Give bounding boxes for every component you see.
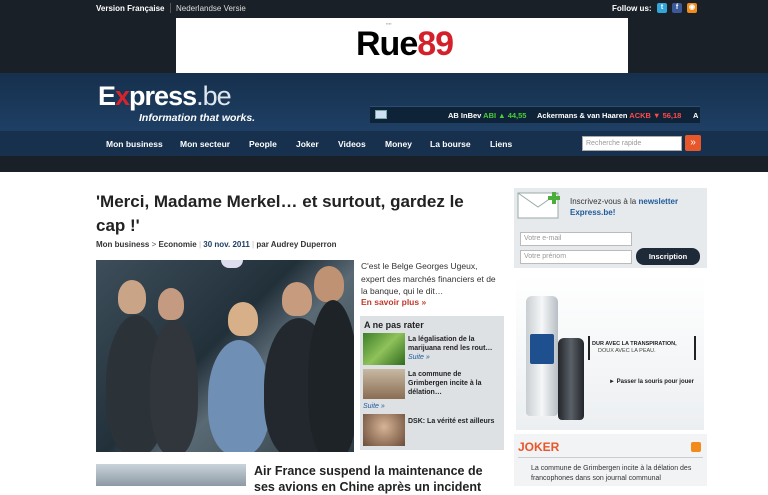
ticker-item-abinbev: AB InBev ABI ▲ 44,55 (448, 111, 527, 120)
nav-item-joker[interactable]: Joker (296, 139, 319, 149)
nav-item-liens[interactable]: Liens (490, 139, 512, 149)
site-header: Express.be Information that works. AB In… (0, 73, 768, 131)
divider (170, 3, 171, 13)
rue89-logo: Rue89 (356, 25, 454, 63)
twitter-icon[interactable]: t (657, 3, 667, 13)
article-title[interactable]: 'Merci, Madame Merkel… et surtout, garde… (96, 190, 496, 238)
npr-item-2-more[interactable]: Suite » (363, 403, 385, 410)
firstname-field[interactable]: Votre prénom (520, 250, 632, 264)
article-author[interactable]: Audrey Duperron (271, 240, 337, 249)
article-meta: Mon business > Economie | 30 nov. 2011 |… (96, 240, 337, 249)
ne-pas-rater-title: A ne pas rater (364, 320, 424, 330)
header-bottom-strip (0, 156, 768, 172)
lang-nl-link[interactable]: Nederlandse Versie (176, 4, 246, 13)
article-intro: C'est le Belge Georges Ugeux, expert des… (361, 261, 496, 296)
ne-pas-rater-box: A ne pas rater La légalisation de la mar… (360, 316, 504, 450)
deodorant-stick (558, 338, 584, 420)
joker-box: JOKER La commune de Grimbergen incite à … (514, 434, 707, 486)
second-article-thumb[interactable] (96, 464, 246, 486)
thumb-marijuana[interactable] (363, 333, 405, 365)
nav-item-la-bourse[interactable]: La bourse (430, 139, 471, 149)
category-link[interactable]: Mon business (96, 240, 149, 249)
tagline: Information that works. (139, 112, 256, 124)
facebook-icon[interactable]: f (672, 3, 682, 13)
ticker-item-next: A (693, 111, 699, 120)
npr-item-2[interactable]: La commune de Grimbergen incite à la dél… (408, 370, 502, 397)
nav-item-money[interactable]: Money (385, 139, 412, 149)
dove-ad[interactable]: DUR AVEC LA TRANSPIRATION, DOUX AVEC LA … (516, 276, 704, 430)
photo-figure (308, 300, 354, 452)
nav-item-mon-secteur[interactable]: Mon secteur (180, 139, 230, 149)
rss-icon[interactable] (691, 442, 701, 452)
read-more-link[interactable]: En savoir plus » (361, 297, 426, 307)
subscribe-button[interactable]: Inscription (636, 248, 700, 265)
npr-item-1-more[interactable]: Suite » (408, 354, 430, 361)
nav-item-videos[interactable]: Videos (338, 139, 366, 149)
joker-item[interactable]: La commune de Grimbergen incite à la dél… (531, 464, 701, 484)
mail-icon[interactable] (375, 110, 387, 119)
lang-fr-link[interactable]: Version Française (96, 4, 164, 13)
article-date: 30 nov. 2011 (203, 240, 250, 249)
email-field[interactable]: Votre e-mail (520, 232, 632, 246)
npr-item-1[interactable]: La légalisation de la marijuana rend les… (408, 335, 502, 353)
newsletter-envelope-icon (517, 192, 560, 219)
rue89-ad[interactable]: ▪▪▪▪ Rue89 (176, 18, 628, 74)
top-bar: Version Française Nederlandse Versie Fol… (0, 0, 768, 17)
nav-item-mon-business[interactable]: Mon business (106, 139, 163, 149)
rss-icon[interactable]: ◉ (687, 3, 697, 13)
photo-lamp (221, 260, 243, 268)
nav-item-people[interactable]: People (249, 139, 277, 149)
thumb-grimbergen[interactable] (363, 369, 405, 399)
photo-figure (228, 302, 258, 336)
deodorant-label (530, 334, 554, 364)
npr-item-3[interactable]: DSK: La vérité est ailleurs (408, 417, 502, 426)
photo-figure (150, 320, 198, 452)
search-input[interactable]: Recherche rapide (582, 136, 682, 151)
site-logo[interactable]: Express.be (98, 81, 232, 112)
ad-play-cta[interactable]: ► Passer la souris pour jouer (609, 379, 694, 385)
subcategory-link[interactable]: Economie (158, 240, 196, 249)
follow-label: Follow us: (612, 4, 652, 13)
slogan-bracket (588, 336, 696, 360)
photo-figure (208, 340, 270, 452)
second-article-title[interactable]: Air France suspend la maintenance de ses… (254, 463, 504, 495)
thumb-dsk[interactable] (363, 414, 405, 446)
photo-figure (282, 282, 312, 316)
divider (518, 457, 703, 458)
article-photo[interactable] (96, 260, 354, 452)
photo-figure (314, 266, 344, 302)
newsletter-text: Inscrivez-vous à la newsletter Express.b… (570, 197, 679, 217)
stock-ticker[interactable]: AB InBev ABI ▲ 44,55 Ackermans & van Haa… (370, 106, 700, 123)
photo-figure (158, 288, 184, 320)
joker-title[interactable]: JOKER (518, 440, 559, 454)
ticker-item-ackermans: Ackermans & van Haaren ACKB ▼ 56,18 (537, 111, 682, 120)
search-icon: » (690, 137, 696, 148)
photo-figure (118, 280, 146, 314)
search-button[interactable]: » (685, 135, 701, 151)
